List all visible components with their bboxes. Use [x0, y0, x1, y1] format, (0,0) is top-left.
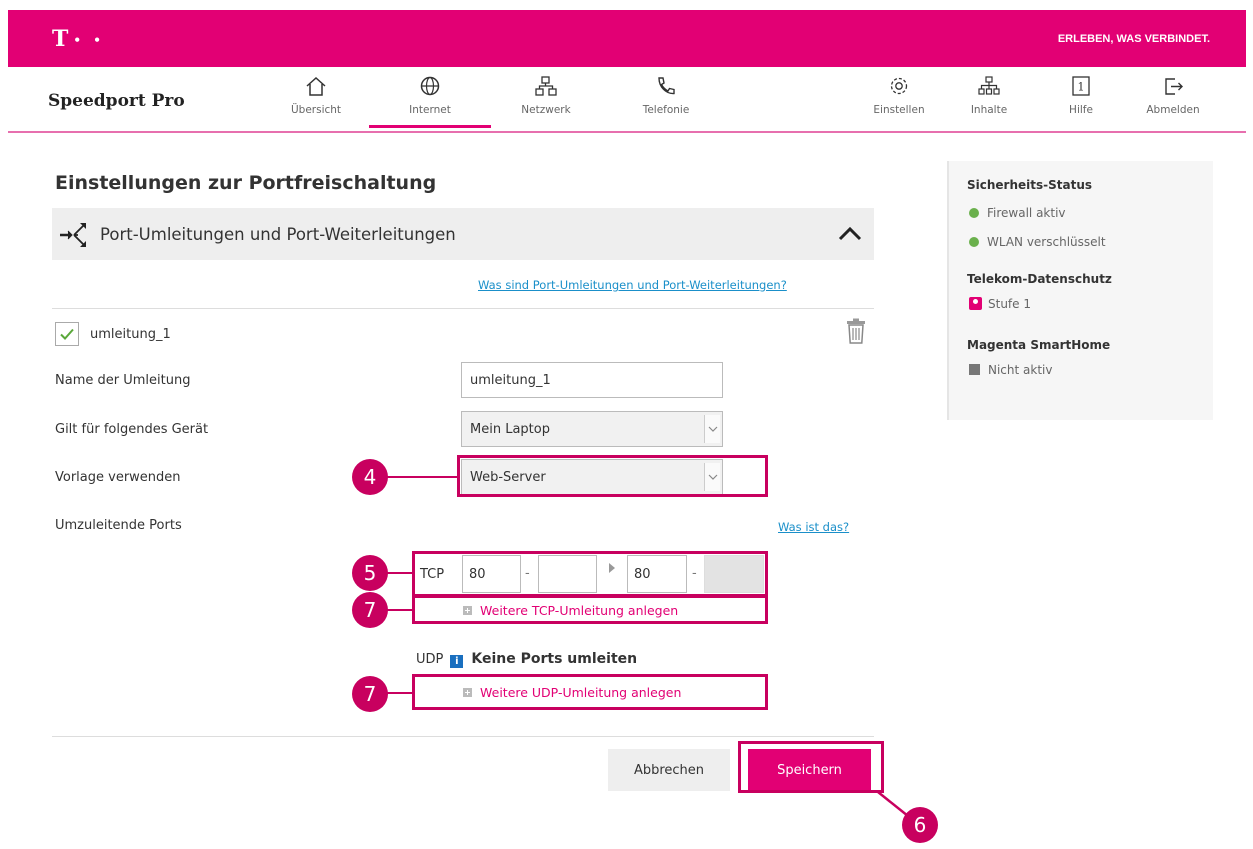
help-icon-glyph: 1: [1078, 81, 1085, 94]
home-icon: [306, 76, 326, 96]
callout-7b-line: [384, 692, 414, 694]
callout-4: 4: [352, 459, 388, 495]
section-header[interactable]: Port-Umleitungen und Port-Weiterleitunge…: [52, 208, 874, 260]
nav-item-logout[interactable]: Abmelden: [1118, 75, 1228, 116]
callout-5: 5: [352, 555, 388, 591]
port-forwarding-help-link[interactable]: Was sind Port-Umleitungen und Port-Weite…: [478, 278, 787, 292]
main-navigation: Speedport Pro Übersicht Internet Netzwer…: [8, 67, 1246, 133]
page-title: Einstellungen zur Portfreischaltung: [55, 172, 437, 194]
ports-help-link[interactable]: Was ist das?: [778, 520, 849, 534]
callout-7a-line: [384, 609, 414, 611]
tcp-highlight-box: [412, 551, 768, 597]
save-highlight-box: [738, 741, 884, 793]
nav-label-internet: Internet: [409, 104, 451, 116]
device-select[interactable]: Mein Laptop: [461, 411, 723, 447]
content-tree-icon: [978, 76, 1000, 95]
section-title: Port-Umleitungen und Port-Weiterleitunge…: [100, 225, 456, 244]
nav-label-logout: Abmelden: [1146, 104, 1200, 116]
logout-icon: [1165, 78, 1183, 95]
device-label: Gilt für folgendes Gerät: [55, 422, 209, 437]
logo-dots: • •: [73, 33, 105, 47]
nav-item-network[interactable]: Netzwerk: [491, 75, 601, 116]
privacy-level-text: Stufe 1: [988, 297, 1031, 311]
smarthome-heading: Magenta SmartHome: [967, 338, 1111, 352]
footer-divider: [52, 736, 874, 737]
tcp-add-highlight-box: [412, 595, 768, 624]
device-select-value: Mein Laptop: [470, 422, 550, 437]
nav-label-telephony: Telefonie: [642, 104, 690, 116]
status-sidebar: Sicherheits-Status Firewall aktiv WLAN v…: [947, 161, 1213, 420]
chevron-down-icon: [704, 415, 720, 443]
nav-item-telephony[interactable]: Telefonie: [611, 75, 721, 116]
nav-item-overview[interactable]: Übersicht: [261, 75, 371, 116]
trash-icon[interactable]: [845, 318, 867, 344]
checkmark-icon: [60, 328, 74, 340]
udp-status: Keine Ports umleiten: [471, 651, 638, 667]
nav-label-overview: Übersicht: [290, 104, 342, 116]
section-divider: [52, 308, 874, 309]
wlan-status-text: WLAN verschlüsselt: [987, 235, 1106, 249]
ports-label: Umzuleitende Ports: [55, 518, 182, 533]
privacy-shield-icon: [969, 297, 982, 310]
template-label: Vorlage verwenden: [55, 470, 181, 485]
nav-label-network: Netzwerk: [521, 104, 571, 116]
status-ok-icon: [969, 208, 979, 218]
rule-name-label: Name der Umleitung: [55, 373, 191, 388]
firewall-status-text: Firewall aktiv: [987, 206, 1066, 220]
rule-enabled-checkbox[interactable]: [55, 322, 79, 346]
privacy-level[interactable]: Stufe 1: [969, 297, 1031, 311]
globe-icon: [420, 76, 440, 96]
gear-icon: [890, 77, 908, 95]
security-status-heading: Sicherheits-Status: [967, 178, 1093, 192]
callout-5-line: [384, 572, 414, 574]
nav-item-internet[interactable]: Internet: [369, 75, 491, 128]
smarthome-status-text: Nicht aktiv: [988, 363, 1053, 377]
rule-name-input[interactable]: umleitung_1: [461, 362, 723, 398]
udp-add-highlight-box: [412, 674, 768, 710]
help-icon: 1: [1072, 76, 1090, 96]
top-brand-bar: T • • ERLEBEN, WAS VERBINDET.: [8, 10, 1246, 67]
template-highlight-box: [457, 455, 768, 497]
info-icon[interactable]: i: [450, 655, 464, 668]
callout-7a: 7: [352, 592, 388, 628]
smarthome-icon: [969, 364, 980, 375]
wlan-status: WLAN verschlüsselt: [969, 235, 1106, 249]
product-name: Speedport Pro: [48, 91, 185, 111]
phone-icon: [658, 77, 675, 95]
callout-7b: 7: [352, 676, 388, 712]
callout-6: 6: [902, 807, 938, 843]
status-ok-icon: [969, 237, 979, 247]
port-redirect-icon: [60, 223, 86, 247]
callout-4-line: [384, 476, 458, 478]
privacy-heading: Telekom-Datenschutz: [967, 272, 1112, 286]
logo-t: T: [52, 26, 70, 52]
tagline: ERLEBEN, WAS VERBINDET.: [1057, 33, 1210, 45]
telekom-logo[interactable]: T • •: [52, 26, 105, 52]
rule-title: umleitung_1: [90, 327, 171, 342]
network-icon: [535, 76, 557, 96]
smarthome-status[interactable]: Nicht aktiv: [969, 363, 1052, 377]
chevron-up-icon[interactable]: [836, 222, 864, 244]
cancel-button[interactable]: Abbrechen: [608, 749, 730, 791]
udp-label: UDP: [416, 652, 444, 667]
udp-row: UDP i Keine Ports umleiten: [416, 651, 637, 668]
firewall-status: Firewall aktiv: [969, 206, 1066, 220]
